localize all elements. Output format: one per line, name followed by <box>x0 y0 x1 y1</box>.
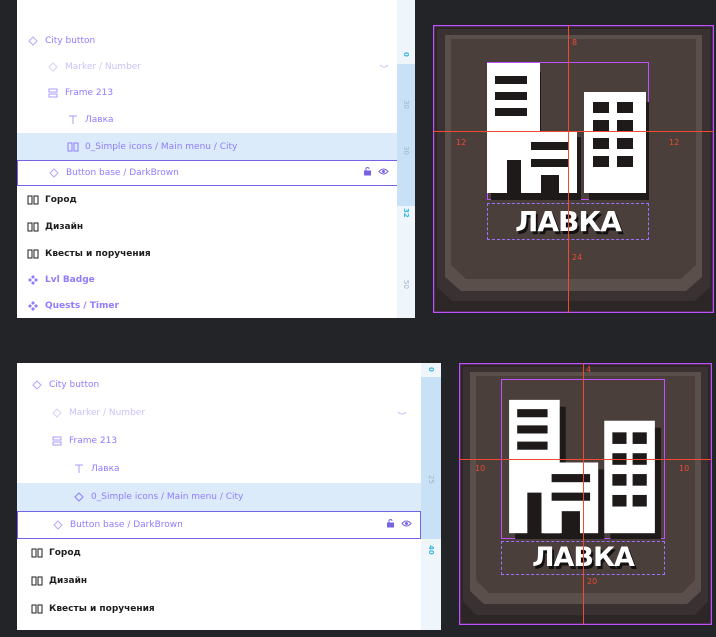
diamond-outline-icon <box>48 167 60 179</box>
layers-panel-top: City button Marker / Number Frame 213 Ла… <box>17 0 415 318</box>
layer-label: Button base / DarkBrown <box>70 520 183 530</box>
layer-label: 0_Simple icons / Main menu / City <box>85 141 238 152</box>
layer-row-gorod[interactable]: Город <box>17 186 415 213</box>
ruler-tick: 40 <box>427 545 435 555</box>
diamond-outline-icon <box>73 491 85 503</box>
layer-label: Marker / Number <box>65 62 142 72</box>
row-actions <box>363 167 389 180</box>
layer-row-city-button[interactable]: City button <box>17 28 415 54</box>
ruler-tick: 30 <box>402 146 410 155</box>
unlock-icon[interactable] <box>386 519 395 532</box>
hidden-eye-icon[interactable] <box>379 62 389 70</box>
section-icon <box>31 547 43 559</box>
section-icon <box>31 603 43 615</box>
unlock-icon[interactable] <box>363 167 372 180</box>
section-icon <box>27 248 39 260</box>
spacing-top: 4 <box>586 365 592 374</box>
button-preview-bottom[interactable]: ЛАВКА 4 10 10 20 <box>458 362 713 626</box>
section-icon <box>31 575 43 587</box>
frame-stack-icon <box>51 435 63 447</box>
row-actions <box>386 519 412 532</box>
layer-label: Frame 213 <box>69 436 118 446</box>
layer-row-frame-213[interactable]: Frame 213 <box>17 80 415 106</box>
layer-label: Лавка <box>91 464 120 474</box>
layer-row-dizain[interactable]: Дизайн <box>17 567 421 595</box>
ruler-highlight <box>397 64 415 206</box>
diamond-outline-icon <box>47 61 59 73</box>
component-instance-icon <box>67 141 79 153</box>
diamond-outline-icon <box>31 379 43 391</box>
frame-stack-icon <box>47 87 59 99</box>
layer-row-button-base[interactable]: Button base / DarkBrown <box>17 160 398 186</box>
text-icon <box>73 463 85 475</box>
ruler-highlight <box>421 377 441 539</box>
layer-row-quests[interactable]: Квесты и поручения <box>17 240 415 267</box>
layer-row-lavka-text[interactable]: Лавка <box>17 106 415 133</box>
spacing-right: 10 <box>679 464 690 473</box>
layer-label: Город <box>45 194 77 205</box>
spacing-top: 8 <box>572 38 578 47</box>
section-icon <box>27 194 39 206</box>
spacing-guide <box>568 25 569 313</box>
ruler-tick: 0 <box>427 367 435 372</box>
layer-row-button-base[interactable]: Button base / DarkBrown <box>17 511 421 539</box>
component-set-icon <box>27 300 39 312</box>
ruler-tick: 50 <box>402 280 410 289</box>
spacing-guide <box>459 459 712 460</box>
layer-label: Lvl Badge <box>45 275 95 285</box>
layer-row-gorod[interactable]: Город <box>17 539 421 567</box>
layer-label: Marker / Number <box>69 408 146 418</box>
layer-row-quests[interactable]: Квесты и поручения <box>17 595 421 623</box>
layer-label: Квесты и поручения <box>45 248 151 259</box>
layer-row-city-icon[interactable]: 0_Simple icons / Main menu / City <box>17 483 421 511</box>
layer-row-frame-213[interactable]: Frame 213 <box>17 427 421 455</box>
vertical-ruler-bottom[interactable]: 0 25 40 <box>421 363 441 630</box>
layer-label: City button <box>45 36 96 46</box>
layer-row-quests-timer[interactable]: Quests / Timer <box>17 293 415 318</box>
layer-label: Button base / DarkBrown <box>66 168 179 178</box>
spacing-left: 10 <box>475 464 486 473</box>
spacing-bottom: 20 <box>587 577 598 586</box>
diamond-outline-icon <box>52 519 64 531</box>
ruler-tick: 32 <box>402 208 410 218</box>
layer-row-city-button[interactable]: City button <box>17 371 421 399</box>
layers-panel-bottom: City button Marker / Number Frame 213 Ла… <box>17 363 421 630</box>
layer-label: Frame 213 <box>65 88 114 98</box>
diamond-outline-icon <box>51 407 63 419</box>
text-icon <box>67 114 79 126</box>
section-icon <box>27 221 39 233</box>
layer-row-dizain[interactable]: Дизайн <box>17 213 415 240</box>
spacing-right: 12 <box>669 138 680 147</box>
layer-row-lavka-text[interactable]: Лавка <box>17 455 421 483</box>
layer-label: City button <box>49 380 100 390</box>
hidden-eye-icon[interactable] <box>397 409 407 417</box>
layer-label: Quests / Timer <box>45 301 119 311</box>
layer-label: Город <box>49 548 81 558</box>
layer-label: Лавка <box>85 114 114 125</box>
layer-row-lvl-badge[interactable]: Lvl Badge <box>17 267 415 293</box>
layer-row-marker-number[interactable]: Marker / Number <box>17 399 421 427</box>
eye-icon[interactable] <box>378 168 389 179</box>
layer-label: Дизайн <box>45 221 84 232</box>
ruler-tick: 25 <box>427 475 435 484</box>
spacing-guide <box>583 363 584 625</box>
layer-label: Квесты и поручения <box>49 604 155 614</box>
layer-row-city-icon[interactable]: 0_Simple icons / Main menu / City <box>17 133 415 160</box>
layer-label: 0_Simple icons / Main menu / City <box>91 492 244 502</box>
spacing-guide <box>433 131 714 132</box>
ruler-tick: 30 <box>402 100 410 109</box>
vertical-ruler-top[interactable]: 0 30 30 32 50 <box>397 0 415 318</box>
layer-label: Дизайн <box>49 576 88 586</box>
layer-row-marker-number[interactable]: Marker / Number <box>17 54 415 80</box>
component-set-icon <box>27 274 39 286</box>
spacing-bottom: 24 <box>572 253 583 262</box>
button-preview-top[interactable]: ЛАВКА 8 12 12 24 <box>432 24 715 314</box>
diamond-outline-icon <box>27 35 39 47</box>
eye-icon[interactable] <box>401 520 412 531</box>
ruler-tick: 0 <box>402 52 410 57</box>
spacing-left: 12 <box>456 138 467 147</box>
